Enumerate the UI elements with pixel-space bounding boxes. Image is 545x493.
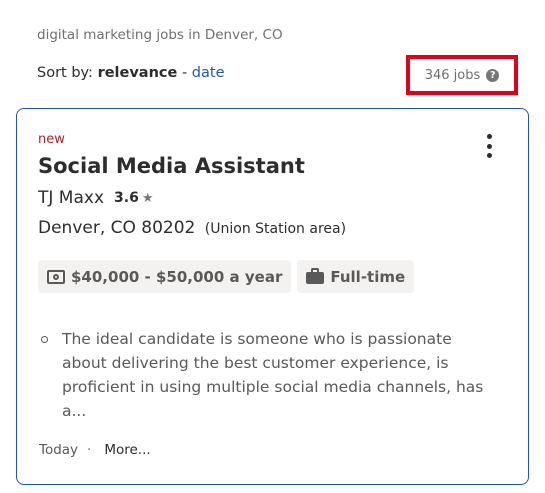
snippet-text: The ideal candidate is someone who is pa… (62, 330, 484, 420)
salary-chip: $40,000 - $50,000 a year (38, 260, 292, 293)
location-area: (Union Station area) (204, 221, 347, 237)
company-name[interactable]: TJ Maxx (38, 188, 104, 208)
search-caption: digital marketing jobs in Denver, CO (37, 27, 283, 43)
sort-relevance[interactable]: relevance (98, 65, 178, 81)
more-link[interactable]: More... (104, 442, 150, 458)
money-icon (47, 269, 65, 284)
job-location: Denver, CO 80202 (Union Station area) (38, 218, 346, 238)
star-icon: ★ (141, 190, 154, 206)
sort-separator: - (181, 65, 188, 81)
job-type-text: Full-time (330, 267, 406, 286)
job-count: 346 jobs (424, 67, 481, 83)
sort-controls: Sort by: relevance - date (37, 65, 225, 81)
company-rating: 3.6 (114, 190, 139, 206)
help-icon[interactable]: ? (486, 68, 500, 82)
new-badge: new (38, 132, 65, 147)
job-type-chip: Full-time (297, 260, 415, 293)
footer-separator: · (87, 442, 92, 458)
job-attributes: $40,000 - $50,000 a year Full-time (38, 260, 415, 293)
briefcase-icon (306, 268, 325, 284)
salary-text: $40,000 - $50,000 a year (71, 267, 283, 286)
sort-date-link[interactable]: date (192, 65, 225, 81)
sort-label: Sort by: (37, 65, 93, 81)
job-snippet: The ideal candidate is someone who is pa… (41, 327, 496, 423)
posted-date: Today (39, 442, 79, 458)
location-text: Denver, CO 80202 (38, 218, 196, 238)
job-count-highlight: 346 jobs ? (406, 55, 518, 95)
job-title[interactable]: Social Media Assistant (38, 154, 305, 178)
company-row: TJ Maxx 3.6 ★ (38, 188, 153, 208)
job-footer: Today · More... (39, 442, 151, 458)
bullet-icon (41, 336, 48, 343)
kebab-menu-icon[interactable] (479, 131, 499, 161)
job-card[interactable]: new Social Media Assistant TJ Maxx 3.6 ★… (16, 108, 529, 485)
